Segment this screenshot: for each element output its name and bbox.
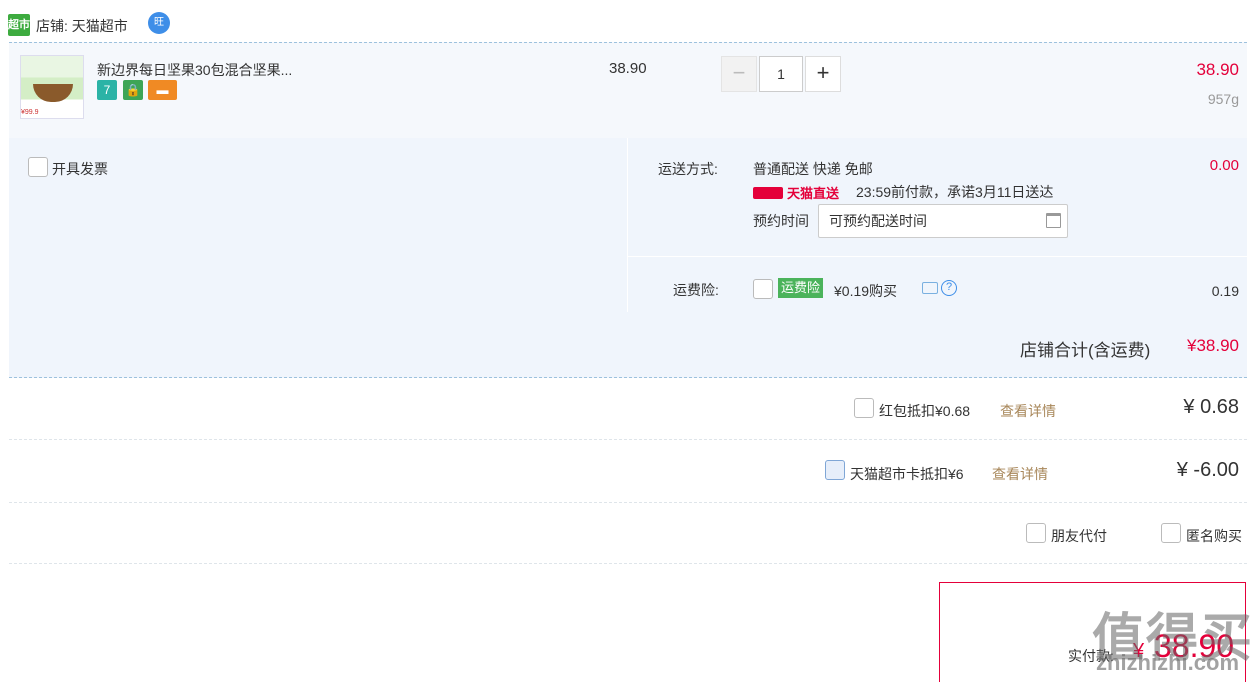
friend-pay-checkbox[interactable] — [1026, 523, 1046, 543]
product-row — [9, 42, 1247, 138]
redpacket-detail-link[interactable]: 查看详情 — [1000, 401, 1056, 421]
seven-day-return-icon[interactable]: 7 — [97, 80, 117, 100]
anonymous-checkbox[interactable] — [1161, 523, 1181, 543]
tmallcard-amount: ¥ -6.00 — [1176, 459, 1239, 481]
tmall-truck-icon — [753, 187, 783, 199]
item-subtotal: 38.90 — [1196, 60, 1239, 79]
divider — [9, 439, 1247, 440]
delivery-promise: 23:59前付款，承诺3月11日送达 — [856, 184, 1054, 200]
help-icon[interactable]: ? — [941, 280, 957, 296]
delivery-method-label: 运送方式: — [658, 161, 718, 177]
shop-total-label: 店铺合计(含运费) — [1020, 341, 1151, 360]
divider — [9, 563, 1247, 564]
shop-name-link[interactable]: 店铺: 天猫超市 — [36, 16, 128, 36]
insurance-amount: 0.19 — [1211, 283, 1239, 299]
redpacket-label: 红包抵扣¥0.68 — [879, 403, 971, 419]
quantity-decrease-button[interactable]: − — [721, 56, 757, 92]
calendar-icon[interactable] — [1046, 213, 1061, 228]
wangwang-chat-icon[interactable]: 旺 — [148, 12, 170, 34]
product-image[interactable]: ¥99.9 — [20, 55, 84, 119]
shop-total-amount: ¥38.90 — [1187, 336, 1239, 355]
product-image-price-tag: ¥99.9 — [21, 109, 39, 116]
friend-pay-label: 朋友代付 — [1051, 528, 1107, 544]
insurance-label: 运费险: — [673, 282, 719, 298]
quantity-increase-button[interactable]: + — [805, 56, 841, 92]
chat-icon[interactable] — [922, 282, 938, 294]
delivery-fee: 0.00 — [1209, 157, 1239, 174]
delivery-divider — [628, 256, 1247, 257]
reserve-time-label: 预约时间 — [753, 213, 809, 229]
shop-logo-icon: 超市 — [8, 14, 30, 36]
anonymous-label: 匿名购买 — [1186, 528, 1242, 544]
insurance-checkbox[interactable] — [753, 279, 773, 299]
tmallcard-label: 天猫超市卡抵扣¥6 — [850, 466, 964, 482]
insurance-tag: 运费险 — [778, 278, 824, 298]
divider — [9, 502, 1247, 503]
invoice-label: 开具发票 — [52, 161, 108, 177]
quantity-input[interactable]: 1 — [759, 56, 803, 92]
watermark-url: zhizhizhi.com — [1096, 650, 1239, 675]
tmall-direct-tag: 天猫直送 — [753, 183, 839, 202]
invoice-checkbox[interactable] — [28, 157, 48, 177]
card-pay-icon[interactable]: ▬ — [148, 80, 177, 100]
tmallcard-checkbox[interactable] — [825, 460, 845, 480]
tmallcard-detail-link[interactable]: 查看详情 — [992, 464, 1048, 484]
insurance-price: ¥0.19购买 — [834, 283, 898, 299]
redpacket-amount: ¥ 0.68 — [1183, 396, 1239, 418]
guarantee-lock-icon[interactable]: 🔒 — [123, 80, 143, 100]
delivery-method-value: 普通配送 快递 免邮 — [753, 161, 873, 177]
unit-price: 38.90 — [609, 60, 647, 77]
item-weight: 957g — [1207, 91, 1239, 107]
product-title-link[interactable]: 新边界每日坚果30包混合坚果... — [97, 60, 292, 80]
redpacket-checkbox[interactable] — [854, 398, 874, 418]
reserve-time-input[interactable]: 可预约配送时间 — [818, 204, 1068, 238]
